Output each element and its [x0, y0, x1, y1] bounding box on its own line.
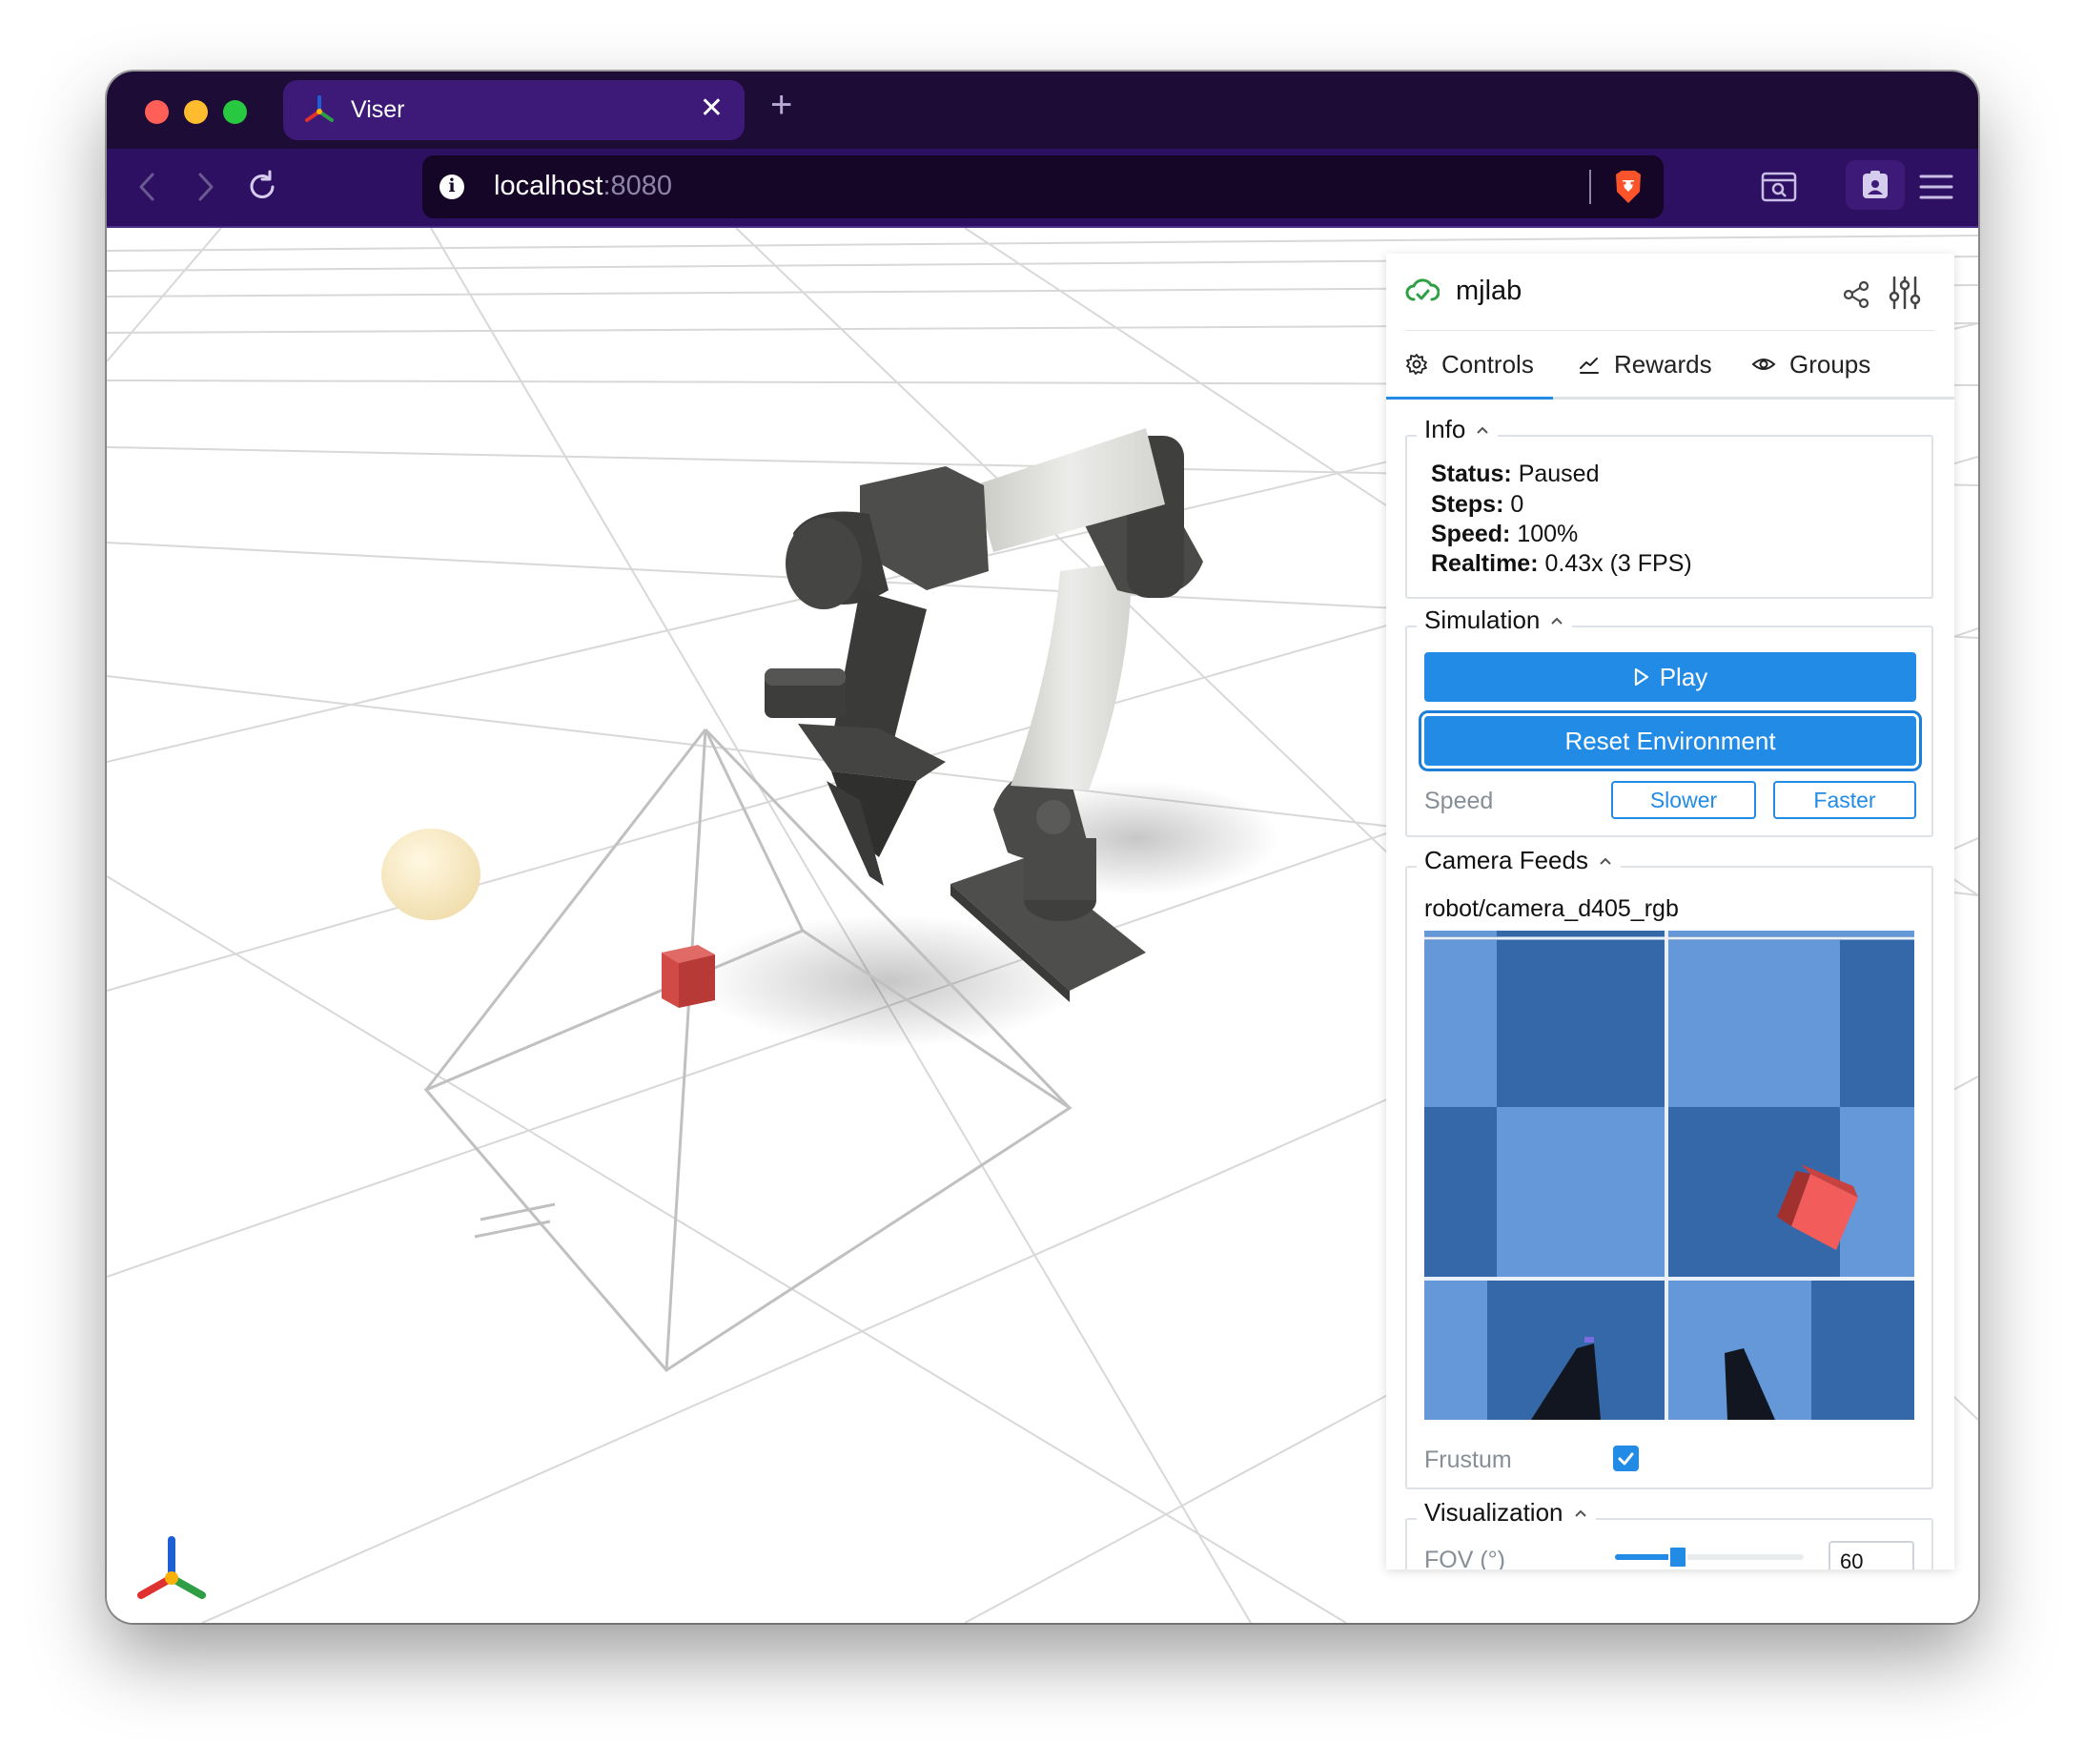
- 3d-viewport[interactable]: mjlab Controls Rewards Groups Info Statu…: [107, 228, 1978, 1623]
- info-row-status: Status: Paused: [1431, 461, 1599, 488]
- sidebar-search-icon[interactable]: [1760, 168, 1798, 206]
- chevron-up-icon: [1600, 857, 1611, 865]
- cloud-check-icon: [1405, 278, 1440, 301]
- visualization-section: Visualization FOV (°) 20 150 60: [1405, 1498, 1933, 1569]
- camera-frustum: [423, 728, 1073, 1372]
- brave-shield-icon[interactable]: [1612, 169, 1645, 205]
- tab-close-icon[interactable]: ✕: [700, 93, 724, 124]
- tab-controls-label: Controls: [1441, 349, 1534, 379]
- menu-icon[interactable]: [1917, 168, 1955, 206]
- browser-window: Viser ✕ + localhost:8080: [107, 72, 1978, 1623]
- red-cube: [662, 945, 715, 1008]
- site-info-icon[interactable]: [439, 174, 464, 199]
- simulation-legend-label: Simulation: [1424, 605, 1541, 634]
- info-legend-label: Info: [1424, 415, 1466, 443]
- chevron-up-icon: [1574, 1509, 1586, 1517]
- tab-groups[interactable]: Groups: [1751, 332, 1870, 397]
- url-host: localhost: [494, 171, 603, 201]
- reload-icon[interactable]: [244, 169, 280, 205]
- minimize-window-button[interactable]: [184, 100, 208, 124]
- status-value: Paused: [1518, 461, 1600, 487]
- chevron-up-icon: [1551, 617, 1563, 625]
- frustum-label: Frustum: [1424, 1446, 1512, 1473]
- fov-max-tick: 150: [1777, 1568, 1803, 1569]
- simulation-legend[interactable]: Simulation: [1417, 605, 1573, 635]
- info-section: Info Status: Paused Steps: 0 Speed: 100%…: [1405, 415, 1933, 599]
- forward-icon[interactable]: [187, 169, 223, 205]
- wallet-button[interactable]: [1846, 160, 1905, 210]
- tab-groups-label: Groups: [1789, 349, 1871, 379]
- tab-controls[interactable]: Controls: [1386, 332, 1553, 400]
- info-row-realtime: Realtime: 0.43x (3 FPS): [1431, 550, 1692, 578]
- faster-button[interactable]: Faster: [1773, 781, 1916, 819]
- header-divider: [1405, 330, 1935, 331]
- fov-slider-thumb[interactable]: [1668, 1546, 1687, 1569]
- camera-feeds-legend-label: Camera Feeds: [1424, 846, 1588, 874]
- new-tab-button[interactable]: +: [770, 84, 792, 126]
- slower-button[interactable]: Slower: [1611, 781, 1756, 819]
- gear-icon: [1406, 354, 1427, 375]
- visualization-legend-label: Visualization: [1424, 1498, 1563, 1527]
- browser-toolbar: localhost:8080: [107, 149, 1978, 228]
- panel-header: mjlab: [1386, 254, 1954, 330]
- camera-feed-image: [1424, 931, 1914, 1420]
- speed-value: 100%: [1517, 521, 1579, 547]
- speed-key: Speed:: [1431, 521, 1511, 547]
- realtime-value: 0.43x (3 FPS): [1544, 550, 1692, 577]
- visualization-legend[interactable]: Visualization: [1417, 1498, 1596, 1528]
- url-separator: [1589, 170, 1591, 204]
- panel-tabs: Controls Rewards Groups: [1386, 332, 1954, 400]
- frustum-checkbox[interactable]: [1613, 1446, 1639, 1471]
- tab-title: Viser: [351, 96, 405, 123]
- fov-label: FOV (°): [1424, 1547, 1505, 1569]
- settings-sliders-icon[interactable]: [1888, 275, 1922, 311]
- info-row-steps: Steps: 0: [1431, 491, 1523, 519]
- fov-min-tick: 20: [1615, 1568, 1632, 1569]
- back-icon[interactable]: [130, 169, 166, 205]
- play-icon: [1634, 667, 1648, 687]
- realtime-key: Realtime:: [1431, 550, 1539, 577]
- steps-value: 0: [1510, 491, 1524, 518]
- steps-key: Steps:: [1431, 491, 1504, 518]
- camera-feeds-section: Camera Feeds robot/camera_d405_rgb Frust…: [1405, 846, 1933, 1489]
- info-row-speed: Speed: 100%: [1431, 521, 1578, 548]
- reset-label: Reset Environment: [1564, 726, 1776, 755]
- title-bar: Viser ✕ +: [107, 72, 1978, 149]
- browser-tab[interactable]: Viser ✕: [283, 80, 745, 140]
- close-window-button[interactable]: [145, 100, 169, 124]
- url-text[interactable]: localhost:8080: [494, 171, 672, 202]
- play-label: Play: [1659, 662, 1708, 691]
- eye-icon: [1751, 359, 1776, 370]
- tab-rewards[interactable]: Rewards: [1578, 332, 1712, 397]
- share-icon[interactable]: [1842, 280, 1870, 309]
- speed-label: Speed: [1424, 788, 1494, 814]
- tab-rewards-label: Rewards: [1614, 349, 1712, 379]
- fov-slider[interactable]: [1615, 1546, 1804, 1569]
- robot-arm: [765, 428, 1203, 1002]
- status-key: Status:: [1431, 461, 1512, 487]
- camera-feed-name: robot/camera_d405_rgb: [1424, 895, 1679, 922]
- chevron-up-icon: [1477, 426, 1489, 434]
- camera-feeds-legend[interactable]: Camera Feeds: [1417, 846, 1621, 875]
- viser-logo-icon: [305, 95, 334, 122]
- simulation-section: Simulation Play Reset Environment Speed …: [1405, 605, 1933, 837]
- control-panel: mjlab Controls Rewards Groups Info Statu…: [1386, 254, 1954, 1569]
- address-bar[interactable]: localhost:8080: [422, 155, 1664, 218]
- play-button[interactable]: Play: [1424, 652, 1916, 702]
- zoom-window-button[interactable]: [223, 100, 247, 124]
- fov-input[interactable]: 60: [1829, 1541, 1914, 1569]
- reset-environment-button[interactable]: Reset Environment: [1424, 716, 1916, 766]
- checkmark-icon: [1618, 1452, 1634, 1466]
- viser-axes-logo-icon: [137, 1536, 206, 1599]
- chart-line-icon: [1580, 358, 1599, 374]
- info-legend[interactable]: Info: [1417, 415, 1499, 444]
- profile-badge-icon: [1863, 171, 1888, 198]
- url-port: :8080: [603, 171, 673, 201]
- target-sphere: [381, 829, 480, 920]
- panel-title: mjlab: [1456, 276, 1522, 306]
- fov-slider-fill: [1615, 1554, 1674, 1560]
